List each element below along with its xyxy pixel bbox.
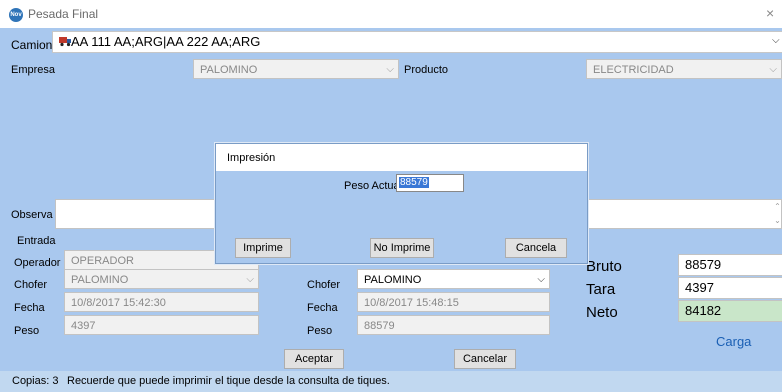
close-icon[interactable]: × (766, 5, 774, 21)
window-title: Pesada Final (28, 7, 99, 21)
neto-field: 84182 (678, 300, 782, 322)
bruto-field[interactable]: 88579 (678, 254, 782, 276)
salida-peso-field: 88579 (357, 315, 550, 335)
salida-fecha-field: 10/8/2017 15:48:15 (357, 292, 550, 312)
scroll-down-icon[interactable]: ⌄ (773, 214, 782, 228)
cancela-button[interactable]: Cancela (505, 238, 567, 258)
observa-scrollbar[interactable]: ⌃ ⌄ (773, 200, 782, 228)
chevron-down-icon[interactable]: ⌵ (772, 35, 780, 46)
operador-label: Operador (14, 257, 61, 269)
peso-actual-input[interactable]: 88579 (396, 174, 464, 192)
salida-peso-label: Peso (307, 325, 333, 337)
chevron-down-icon: ⌵ (246, 274, 254, 285)
dialog-title-bar: Impresión (216, 144, 587, 171)
scroll-up-icon[interactable]: ⌃ (773, 200, 782, 214)
tara-field[interactable]: 4397 (678, 277, 782, 299)
neto-label: Neto (586, 304, 618, 321)
empresa-label: Empresa (11, 64, 56, 76)
entrada-peso-label: Peso (14, 325, 40, 337)
cancelar-button[interactable]: Cancelar (454, 349, 516, 369)
entrada-chofer-select[interactable]: PALOMINO ⌵ (64, 269, 259, 289)
salida-chofer-value: PALOMINO (364, 274, 422, 286)
status-bar: Copias: 3 Recuerde que puede imprimir el… (0, 371, 782, 392)
chevron-down-icon: ⌵ (537, 274, 545, 285)
aceptar-button[interactable]: Aceptar (284, 349, 344, 369)
observa-label: Observa (11, 209, 53, 221)
producto-select[interactable]: ELECTRICIDAD ⌵ (586, 59, 782, 79)
entrada-chofer-label: Chofer (14, 279, 48, 291)
salida-fecha-label: Fecha (307, 302, 338, 314)
imprime-button[interactable]: Imprime (235, 238, 291, 258)
entrada-fecha-label: Fecha (14, 302, 45, 314)
salida-chofer-label: Chofer (307, 279, 341, 291)
impresion-dialog: Impresión Peso Actual 88579 Imprime No I… (215, 143, 588, 264)
camion-select[interactable]: AA 111 AA;ARG|AA 222 AA;ARG ⌵ (52, 31, 782, 53)
dialog-title: Impresión (227, 152, 276, 164)
producto-value: ELECTRICIDAD (593, 64, 674, 76)
carga-link[interactable]: Carga (716, 334, 751, 349)
peso-actual-label: Peso Actual (344, 180, 403, 192)
entrada-chofer-value: PALOMINO (71, 274, 129, 286)
chevron-down-icon: ⌵ (386, 64, 394, 75)
tara-label: Tara (586, 281, 616, 298)
status-message: Recuerde que puede imprimir el tique des… (67, 375, 390, 387)
salida-chofer-select[interactable]: PALOMINO ⌵ (357, 269, 550, 289)
producto-label: Producto (404, 64, 449, 76)
copias-count: Copias: 3 (12, 375, 59, 387)
peso-actual-value: 88579 (399, 177, 429, 188)
bruto-label: Bruto (586, 258, 622, 275)
entrada-peso-field: 4397 (64, 315, 259, 335)
camion-value: AA 111 AA;ARG|AA 222 AA;ARG (71, 34, 261, 49)
camion-label: Camion (11, 38, 53, 52)
entrada-group-title: Entrada (17, 235, 56, 247)
title-bar: Nov Pesada Final × (0, 0, 782, 28)
truck-icon (59, 37, 71, 47)
no-imprime-button[interactable]: No Imprime (370, 238, 434, 258)
empresa-value: PALOMINO (200, 64, 258, 76)
app-icon: Nov (9, 8, 23, 22)
empresa-select[interactable]: PALOMINO ⌵ (193, 59, 399, 79)
chevron-down-icon: ⌵ (769, 64, 777, 75)
entrada-fecha-field: 10/8/2017 15:42:30 (64, 292, 259, 312)
